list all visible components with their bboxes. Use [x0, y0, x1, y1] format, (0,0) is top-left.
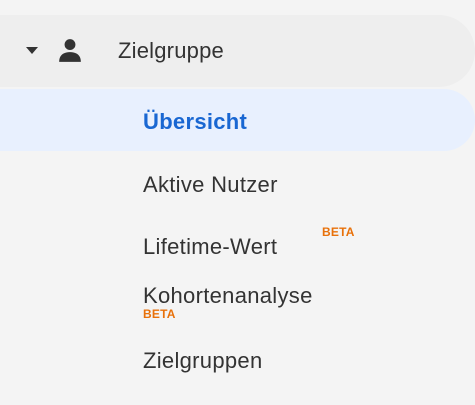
section-header-zielgruppe[interactable]: Zielgruppe [0, 15, 475, 87]
nav-item-lifetime-wert[interactable]: Lifetime-Wert BETA [0, 213, 475, 275]
nav-item-kohortenanalyse[interactable]: Kohortenanalyse BETA [0, 275, 475, 337]
nav-item-zielgruppen[interactable]: Zielgruppen [0, 330, 475, 392]
nav-item-uebersicht[interactable]: Übersicht [0, 89, 475, 151]
caret-down-icon[interactable] [26, 47, 38, 54]
beta-badge: BETA [322, 225, 355, 239]
audience-nav-panel: Zielgruppe Übersicht Aktive Nutzer Lifet… [0, 0, 475, 405]
nav-item-label: Aktive Nutzer [143, 172, 278, 197]
nav-item-label: Kohortenanalyse [143, 283, 313, 308]
nav-item-label: Übersicht [143, 109, 248, 134]
person-icon [59, 39, 81, 62]
beta-badge: BETA [143, 307, 176, 321]
section-header-label: Zielgruppe [118, 38, 224, 63]
nav-item-label: Zielgruppen [143, 348, 263, 373]
nav-item-label: Lifetime-Wert [143, 234, 278, 259]
nav-item-aktive-nutzer[interactable]: Aktive Nutzer [0, 151, 475, 213]
